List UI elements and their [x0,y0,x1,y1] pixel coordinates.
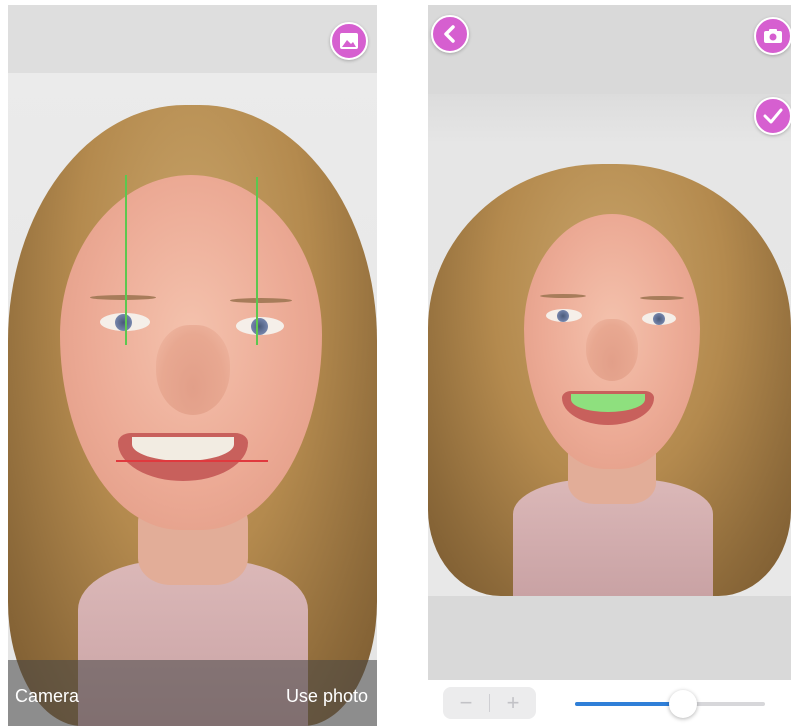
nose [586,319,638,381]
whitening-slider[interactable] [575,690,765,718]
left-eyebrow [90,295,156,300]
app-comparison-stage: Camera Use photo − + [0,0,791,726]
right-eyebrow [640,296,684,300]
right-iris [653,313,665,325]
stepper-decrement-button[interactable]: − [443,687,489,719]
back-button[interactable] [431,15,469,53]
photo-library-button[interactable] [330,22,368,60]
intensity-stepper[interactable]: − + [443,687,536,719]
left-eyebrow [540,294,586,298]
teeth [132,437,234,461]
edited-photo [428,94,791,596]
whitened-teeth-overlay [571,394,645,412]
smile-line-guide [116,460,268,462]
checkmark-icon [763,108,783,124]
retake-camera-button[interactable] [754,17,791,55]
teeth-preview-screen: − + [428,5,791,726]
slider-thumb[interactable] [669,690,698,718]
slider-fill [575,702,684,706]
alignment-guide-right [256,177,258,345]
camera-button[interactable]: Camera [15,686,79,707]
right-eye [236,317,284,335]
camera-icon [764,29,782,43]
right-eye [642,312,676,325]
alignment-guide-left [125,175,127,345]
use-photo-button[interactable]: Use photo [286,686,368,707]
left-iris [557,310,569,322]
capture-bottom-bar: Camera Use photo [8,660,377,726]
left-iris [115,314,132,331]
left-eye [546,309,582,322]
image-gallery-icon [340,33,358,49]
chevron-left-icon [444,25,455,43]
camera-capture-screen: Camera Use photo [8,5,377,726]
confirm-button[interactable] [754,97,791,135]
nose [156,325,230,415]
portrait-photo [8,5,377,726]
adjustment-controls: − + [428,680,791,726]
right-iris [251,318,268,335]
portrait-photo-edited [428,94,791,596]
stepper-increment-button[interactable]: + [490,687,536,719]
right-eyebrow [230,298,292,303]
